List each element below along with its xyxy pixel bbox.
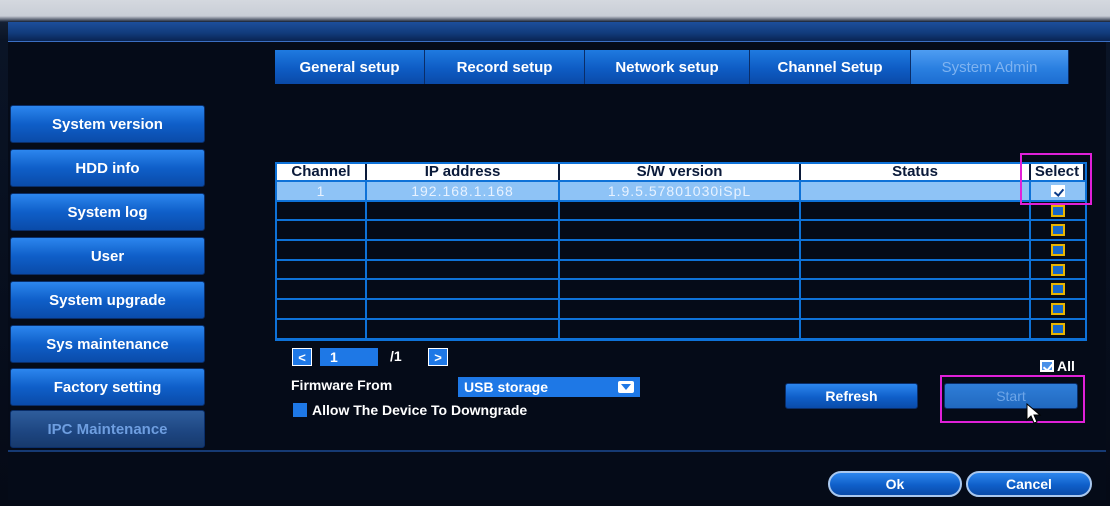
cell-ip-address (367, 221, 560, 240)
prev-page-button[interactable]: < (292, 348, 312, 366)
header-sw-version: S/W version (560, 162, 801, 180)
cell-ip-address (367, 201, 560, 220)
cell-select (1031, 241, 1085, 259)
sidebar-item-ipc-maintenance[interactable]: IPC Maintenance (10, 410, 205, 448)
cell-select (1031, 280, 1085, 298)
mouse-cursor-icon (1026, 403, 1042, 424)
header-select: Select (1031, 162, 1085, 180)
cell-channel (277, 280, 367, 299)
cell-status (801, 260, 1031, 279)
cell-status (801, 280, 1031, 299)
select-checkbox[interactable] (1051, 224, 1065, 237)
select-all-checkbox[interactable] (1040, 360, 1054, 372)
cell-status (801, 221, 1031, 240)
cancel-button[interactable]: Cancel (966, 471, 1092, 497)
cell-channel (277, 241, 367, 259)
cell-channel (277, 300, 367, 318)
cell-sw-version (560, 280, 801, 299)
header-ip-address: IP address (367, 162, 560, 180)
select-checkbox[interactable] (1051, 302, 1065, 315)
cell-sw-version: 1.9.5.57801030iSpL (560, 182, 801, 200)
cell-ip-address: 192.168.1.168 (367, 182, 560, 200)
cell-sw-version (560, 319, 801, 338)
cell-channel (277, 221, 367, 240)
device-table: Channel IP address S/W version Status Se… (277, 162, 1085, 340)
tab-general-setup[interactable]: General setup (275, 50, 425, 84)
select-checkbox[interactable] (1051, 184, 1065, 197)
select-checkbox[interactable] (1051, 283, 1065, 296)
page-number-field[interactable]: 1 (320, 348, 378, 366)
table-row[interactable]: 1 192.168.1.168 1.9.5.57801030iSpL (277, 182, 1085, 202)
select-checkbox[interactable] (1051, 263, 1065, 276)
table-row[interactable] (277, 201, 1085, 222)
ok-button[interactable]: Ok (828, 471, 962, 497)
tab-channel-setup[interactable]: Channel Setup (750, 50, 911, 84)
sidebar-item-factory-setting[interactable]: Factory setting (10, 368, 205, 406)
cell-ip-address (367, 260, 560, 279)
select-checkbox[interactable] (1051, 243, 1065, 256)
tab-network-setup[interactable]: Network setup (585, 50, 750, 84)
cell-sw-version (560, 241, 801, 259)
window-titlebar (8, 22, 1110, 42)
cell-sw-version (560, 221, 801, 240)
select-all-label: All (1057, 358, 1075, 374)
select-all[interactable]: All (1040, 358, 1075, 374)
cell-ip-address (367, 280, 560, 299)
cell-channel (277, 201, 367, 220)
tab-bar: General setup Record setup Network setup… (275, 50, 1091, 84)
cell-select (1031, 300, 1085, 318)
firmware-from-label: Firmware From (291, 377, 393, 393)
table-row[interactable] (277, 280, 1085, 301)
sidebar-item-system-version[interactable]: System version (10, 105, 205, 143)
firmware-source-select[interactable]: USB storage (458, 377, 640, 397)
cell-channel (277, 260, 367, 279)
cell-sw-version (560, 201, 801, 220)
cell-channel (277, 319, 367, 338)
refresh-button[interactable]: Refresh (785, 383, 918, 409)
cell-ip-address (367, 300, 560, 318)
cell-status (801, 241, 1031, 259)
sidebar-item-sys-maintenance[interactable]: Sys maintenance (10, 325, 205, 363)
chevron-down-icon[interactable] (618, 381, 634, 393)
cell-status (801, 182, 1031, 200)
sidebar-item-user[interactable]: User (10, 237, 205, 275)
downgrade-label: Allow The Device To Downgrade (312, 402, 528, 418)
cell-select (1031, 202, 1085, 220)
downgrade-checkbox[interactable] (293, 403, 307, 417)
header-status: Status (801, 162, 1031, 180)
page-total: /1 (390, 348, 402, 364)
cell-status (801, 300, 1031, 318)
sidebar-item-system-upgrade[interactable]: System upgrade (10, 281, 205, 319)
cell-status (801, 201, 1031, 220)
table-row[interactable] (277, 319, 1085, 340)
cell-ip-address (367, 241, 560, 259)
cell-select (1031, 320, 1085, 338)
table-row[interactable] (277, 221, 1085, 242)
start-button[interactable]: Start (944, 383, 1078, 409)
cell-sw-version (560, 300, 801, 318)
next-page-button[interactable]: > (428, 348, 448, 366)
cell-select (1031, 221, 1085, 239)
sidebar-item-system-log[interactable]: System log (10, 193, 205, 231)
panel-divider (8, 450, 1106, 452)
table-row[interactable] (277, 300, 1085, 320)
tab-system-admin[interactable]: System Admin (911, 50, 1069, 84)
cell-ip-address (367, 319, 560, 338)
tab-record-setup[interactable]: Record setup (425, 50, 585, 84)
cell-sw-version (560, 260, 801, 279)
cell-select (1031, 261, 1085, 279)
cell-status (801, 319, 1031, 338)
table-header: Channel IP address S/W version Status Se… (277, 162, 1085, 182)
sidebar-item-hdd-info[interactable]: HDD info (10, 149, 205, 187)
select-checkbox[interactable] (1051, 322, 1065, 335)
select-checkbox[interactable] (1051, 204, 1065, 217)
firmware-source-value: USB storage (464, 379, 549, 395)
table-row[interactable] (277, 241, 1085, 261)
header-channel: Channel (277, 162, 367, 180)
table-row[interactable] (277, 260, 1085, 281)
cell-select (1031, 182, 1085, 200)
cell-channel: 1 (277, 182, 367, 200)
